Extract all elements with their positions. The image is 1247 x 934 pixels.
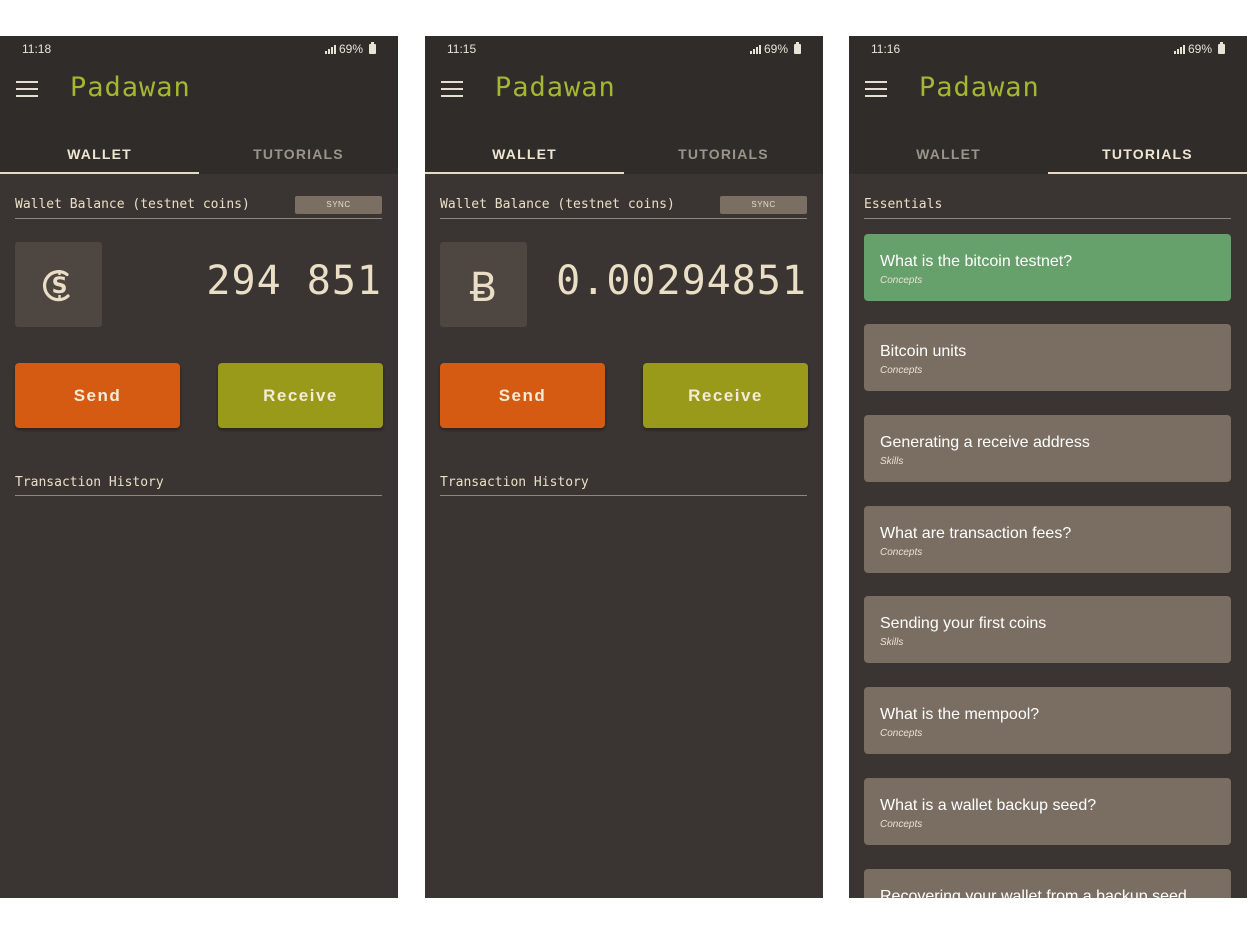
- phone-screen-wallet-sats: 11:18 69% Padawan WALLET TUTORIALS Walle…: [0, 36, 398, 898]
- tab-tutorials[interactable]: TUTORIALS: [1048, 134, 1247, 174]
- status-time: 11:15: [447, 42, 477, 56]
- app-title: Padawan: [70, 72, 191, 103]
- phone-screen-wallet-btc: 11:15 69% Padawan WALLET TUTORIALS Walle…: [425, 36, 823, 898]
- tab-wallet[interactable]: WALLET: [425, 134, 624, 174]
- status-time: 11:18: [22, 42, 52, 56]
- battery-percent: 69%: [1187, 42, 1212, 56]
- wallet-balance-label: Wallet Balance (testnet coins): [440, 197, 675, 212]
- hamburger-menu-icon[interactable]: [865, 81, 887, 97]
- tutorial-card[interactable]: What is a wallet backup seed? Concepts: [864, 778, 1231, 845]
- tab-tutorials[interactable]: TUTORIALS: [624, 134, 823, 174]
- signal-icon: [1173, 44, 1185, 54]
- transaction-history-label: Transaction History: [15, 475, 164, 490]
- tutorial-category: Concepts: [880, 275, 923, 286]
- tutorial-card[interactable]: What are transaction fees? Concepts: [864, 506, 1231, 573]
- sync-button[interactable]: SYNC: [295, 196, 382, 214]
- app-bar: Padawan WALLET TUTORIALS: [425, 62, 823, 174]
- signal-icon: [749, 44, 761, 54]
- tutorial-category: Skills: [880, 637, 904, 648]
- battery-icon: [1218, 42, 1225, 54]
- wallet-balance-label: Wallet Balance (testnet coins): [15, 197, 250, 212]
- tutorial-title: What is a wallet backup seed?: [880, 797, 1097, 814]
- battery-percent: 69%: [763, 42, 788, 56]
- balance-amount: 0.00294851: [556, 258, 807, 304]
- status-time: 11:16: [871, 42, 901, 56]
- hamburger-menu-icon[interactable]: [16, 81, 38, 97]
- tutorial-category: Concepts: [880, 365, 923, 376]
- send-button[interactable]: Send: [15, 363, 180, 428]
- battery-percent: 69%: [338, 42, 363, 56]
- tutorial-category: Concepts: [880, 819, 923, 830]
- app-title: Padawan: [919, 72, 1040, 103]
- divider: [15, 218, 382, 219]
- satoshi-coin-icon: S: [42, 269, 70, 301]
- status-bar: 11:18 69%: [0, 36, 398, 62]
- bitcoin-b-icon: Ƀ: [469, 264, 498, 311]
- divider: [864, 218, 1231, 219]
- tutorial-card[interactable]: Bitcoin units Concepts: [864, 324, 1231, 391]
- app-bar: Padawan WALLET TUTORIALS: [0, 62, 398, 174]
- balance-amount: 294 851: [206, 258, 382, 304]
- divider: [440, 218, 807, 219]
- tutorial-title: What are transaction fees?: [880, 525, 1072, 542]
- tutorial-category: Concepts: [880, 728, 923, 739]
- tutorial-title: Generating a receive address: [880, 434, 1090, 451]
- divider: [15, 495, 382, 496]
- tutorial-card[interactable]: Generating a receive address Skills: [864, 415, 1231, 482]
- app-title: Padawan: [495, 72, 616, 103]
- hamburger-menu-icon[interactable]: [441, 81, 463, 97]
- tutorial-card[interactable]: Recovering your wallet from a backup see…: [864, 869, 1231, 898]
- tab-wallet[interactable]: WALLET: [849, 134, 1048, 174]
- tab-tutorials[interactable]: TUTORIALS: [199, 134, 398, 174]
- send-button[interactable]: Send: [440, 363, 605, 428]
- sync-button[interactable]: SYNC: [720, 196, 807, 214]
- unit-toggle-button[interactable]: S: [15, 242, 102, 327]
- battery-icon: [794, 42, 801, 54]
- tutorial-title: Recovering your wallet from a backup see…: [880, 888, 1187, 898]
- receive-button[interactable]: Receive: [643, 363, 808, 428]
- essentials-section-label: Essentials: [864, 197, 943, 212]
- signal-icon: [324, 44, 336, 54]
- battery-icon: [369, 42, 376, 54]
- app-bar: Padawan WALLET TUTORIALS: [849, 62, 1247, 174]
- tutorial-title: Bitcoin units: [880, 343, 967, 360]
- transaction-history-label: Transaction History: [440, 475, 589, 490]
- divider: [440, 495, 807, 496]
- tutorial-title: What is the mempool?: [880, 706, 1040, 723]
- tutorial-category: Concepts: [880, 547, 923, 558]
- tutorial-title: What is the bitcoin testnet?: [880, 253, 1073, 270]
- phone-screen-tutorials: 11:16 69% Padawan WALLET TUTORIALS Essen…: [849, 36, 1247, 898]
- tutorial-title: Sending your first coins: [880, 615, 1047, 632]
- tutorial-card[interactable]: What is the mempool? Concepts: [864, 687, 1231, 754]
- status-bar: 11:16 69%: [849, 36, 1247, 62]
- tutorial-card[interactable]: What is the bitcoin testnet? Concepts: [864, 234, 1231, 301]
- receive-button[interactable]: Receive: [218, 363, 383, 428]
- unit-toggle-button[interactable]: Ƀ: [440, 242, 527, 327]
- tutorial-card[interactable]: Sending your first coins Skills: [864, 596, 1231, 663]
- tab-wallet[interactable]: WALLET: [0, 134, 199, 174]
- status-bar: 11:15 69%: [425, 36, 823, 62]
- tutorial-category: Skills: [880, 456, 904, 467]
